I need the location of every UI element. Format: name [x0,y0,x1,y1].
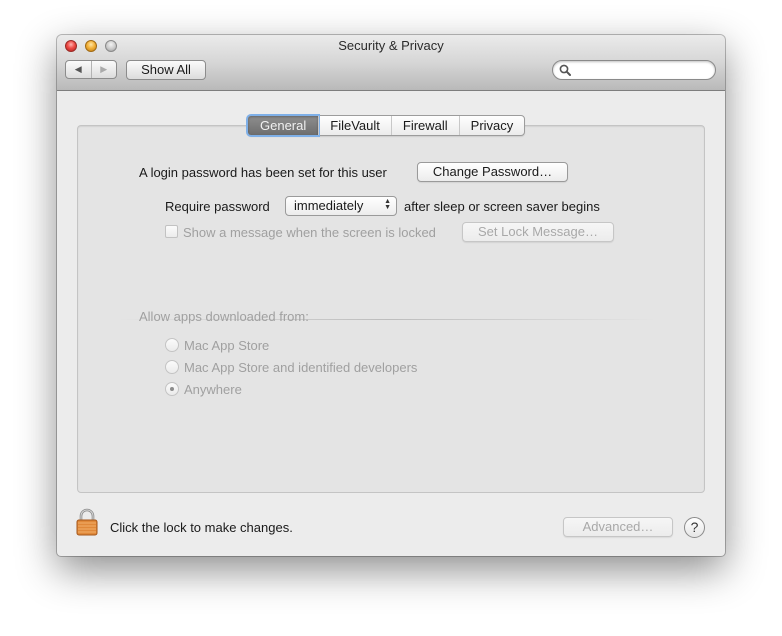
help-button[interactable]: ? [684,517,705,538]
forward-button[interactable]: ▶ [90,61,117,78]
stepper-arrows-icon: ▲ ▼ [384,198,391,211]
allow-apps-label: Allow apps downloaded from: [139,309,309,324]
tab-bar: General FileVault Firewall Privacy [247,115,526,136]
search-icon [559,64,571,76]
show-message-label: Show a message when the screen is locked [183,225,436,240]
radio-anywhere-label: Anywhere [184,382,242,397]
tab-general[interactable]: General [248,116,319,135]
security-privacy-window: Security & Privacy ◀ ▶ Show All General … [57,35,725,556]
require-password-label: Require password [165,199,270,214]
advanced-button[interactable]: Advanced… [563,517,673,537]
title-bar: Security & Privacy ◀ ▶ Show All [57,35,725,91]
set-lock-message-button[interactable]: Set Lock Message… [462,222,614,242]
search-field[interactable] [552,60,716,80]
radio-anywhere[interactable] [165,382,179,396]
tab-privacy[interactable]: Privacy [458,116,525,135]
require-password-value: immediately [294,198,364,213]
change-password-button[interactable]: Change Password… [417,162,568,182]
window-title: Security & Privacy [338,38,444,53]
back-arrow-icon: ◀ [74,64,82,74]
require-password-select[interactable]: immediately ▲ ▼ [285,196,397,216]
radio-identified-developers-label: Mac App Store and identified developers [184,360,418,375]
lock-icon[interactable] [76,508,98,536]
radio-mac-app-store[interactable] [165,338,179,352]
require-password-suffix: after sleep or screen saver begins [404,199,600,214]
show-message-checkbox[interactable] [165,225,178,238]
search-input[interactable] [573,62,713,80]
tab-filevault[interactable]: FileVault [318,116,391,135]
radio-identified-developers[interactable] [165,360,179,374]
help-icon: ? [690,519,699,535]
forward-arrow-icon: ▶ [100,64,108,74]
back-button[interactable]: ◀ [66,61,91,78]
show-all-button[interactable]: Show All [126,60,206,80]
lock-status-text: Click the lock to make changes. [110,520,293,535]
back-forward-control: ◀ ▶ [65,60,117,79]
login-password-text: A login password has been set for this u… [139,165,387,180]
radio-mac-app-store-label: Mac App Store [184,338,270,353]
tab-firewall[interactable]: Firewall [390,116,459,135]
